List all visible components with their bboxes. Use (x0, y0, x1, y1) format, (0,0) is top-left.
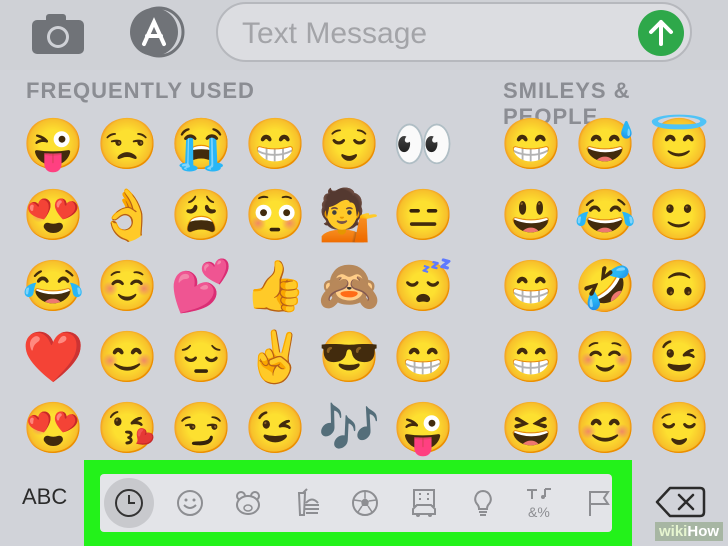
watermark-how: How (687, 523, 720, 540)
camera-icon (32, 14, 84, 54)
emoji-key[interactable]: 😜 (22, 115, 84, 173)
emoji-key[interactable]: 😎 (318, 328, 380, 386)
emoji-key[interactable]: 😩 (170, 186, 232, 244)
emoji-category-bar-highlight: &% (84, 460, 632, 546)
clock-icon (115, 489, 143, 517)
app-store-icon (130, 6, 185, 58)
camera-button[interactable] (28, 10, 86, 56)
emoji-key[interactable]: 🙃 (648, 257, 710, 315)
emoji-key[interactable]: 😌 (648, 399, 710, 457)
emoji-key[interactable]: 👀 (392, 115, 454, 173)
emoji-key[interactable]: 😂 (574, 186, 636, 244)
emoji-key[interactable]: 🙂 (648, 186, 710, 244)
emoji-key[interactable]: 😌 (318, 115, 380, 173)
category-objects-button[interactable] (458, 478, 508, 528)
emoji-key[interactable]: 😭 (170, 115, 232, 173)
abc-key[interactable]: ABC (22, 484, 67, 510)
emoji-key[interactable]: 😊 (96, 328, 158, 386)
category-flags-button[interactable] (574, 478, 624, 528)
emoji-key[interactable]: 💁 (318, 186, 380, 244)
backspace-icon (655, 486, 706, 518)
emoji-key[interactable]: 😁 (500, 115, 562, 173)
flag-icon (589, 491, 610, 516)
emoji-key[interactable]: 😴 (392, 257, 454, 315)
emoji-key[interactable]: 😏 (170, 399, 232, 457)
emoji-key[interactable]: 😂 (22, 257, 84, 315)
emoji-key[interactable]: 😒 (96, 115, 158, 173)
send-button[interactable] (638, 10, 684, 56)
wikihow-watermark: wikiHow (655, 522, 724, 541)
emoji-key[interactable]: 😔 (170, 328, 232, 386)
emoji-key[interactable]: 😁 (392, 328, 454, 386)
lightbulb-icon (474, 489, 492, 516)
emoji-key[interactable]: 😍 (22, 399, 84, 457)
emoji-key[interactable]: ✌️ (244, 328, 306, 386)
arrow-up-icon (649, 20, 673, 46)
symbols-icon: &% (527, 488, 551, 520)
soccer-ball-icon (352, 490, 378, 516)
category-symbols-button[interactable]: &% (516, 478, 566, 528)
message-input-field[interactable] (216, 2, 692, 62)
emoji-key[interactable]: 😉 (648, 328, 710, 386)
top-bar (0, 0, 728, 70)
emoji-key[interactable]: 😇 (648, 115, 710, 173)
category-animals-button[interactable] (223, 478, 273, 528)
emoji-key[interactable]: 😁 (244, 115, 306, 173)
bear-icon (236, 491, 260, 515)
emoji-key[interactable]: 🎶 (318, 399, 380, 457)
app-store-button[interactable] (122, 6, 186, 58)
emoji-key[interactable]: 😉 (244, 399, 306, 457)
emoji-key[interactable]: 😅 (574, 115, 636, 173)
emoji-key[interactable]: 😜 (392, 399, 454, 457)
category-recent-button[interactable] (104, 478, 154, 528)
smiley-icon (177, 490, 203, 516)
emoji-key[interactable]: 💕 (170, 257, 232, 315)
emoji-key[interactable]: 👍 (244, 257, 306, 315)
building-car-icon (412, 489, 436, 517)
category-smileys-button[interactable] (165, 478, 215, 528)
emoji-key[interactable]: 👌 (96, 186, 158, 244)
category-activity-button[interactable] (340, 478, 390, 528)
food-icon (297, 488, 319, 516)
emoji-key[interactable]: 🙈 (318, 257, 380, 315)
symbols-label: &% (528, 504, 550, 520)
emoji-key[interactable]: 😊 (574, 399, 636, 457)
emoji-key[interactable]: 😁 (500, 328, 562, 386)
emoji-key[interactable]: 😑 (392, 186, 454, 244)
emoji-key[interactable]: 😳 (244, 186, 306, 244)
category-food-button[interactable] (282, 478, 332, 528)
emoji-key[interactable]: ❤️ (22, 328, 84, 386)
emoji-category-bar: &% (100, 474, 612, 532)
emoji-key[interactable]: 😘 (96, 399, 158, 457)
watermark-wiki: wiki (659, 523, 688, 540)
emoji-key[interactable]: 😆 (500, 399, 562, 457)
category-travel-button[interactable] (399, 478, 449, 528)
emoji-key[interactable]: 🤣 (574, 257, 636, 315)
emoji-key[interactable]: 😍 (22, 186, 84, 244)
section-header-frequently-used: FREQUENTLY USED (26, 78, 255, 103)
emoji-key[interactable]: ☺️ (96, 257, 158, 315)
emoji-key[interactable]: ☺️ (574, 328, 636, 386)
emoji-key[interactable]: 😃 (500, 186, 562, 244)
emoji-key[interactable]: 😁 (500, 257, 562, 315)
message-input[interactable] (240, 14, 624, 54)
delete-key[interactable] (654, 484, 706, 520)
